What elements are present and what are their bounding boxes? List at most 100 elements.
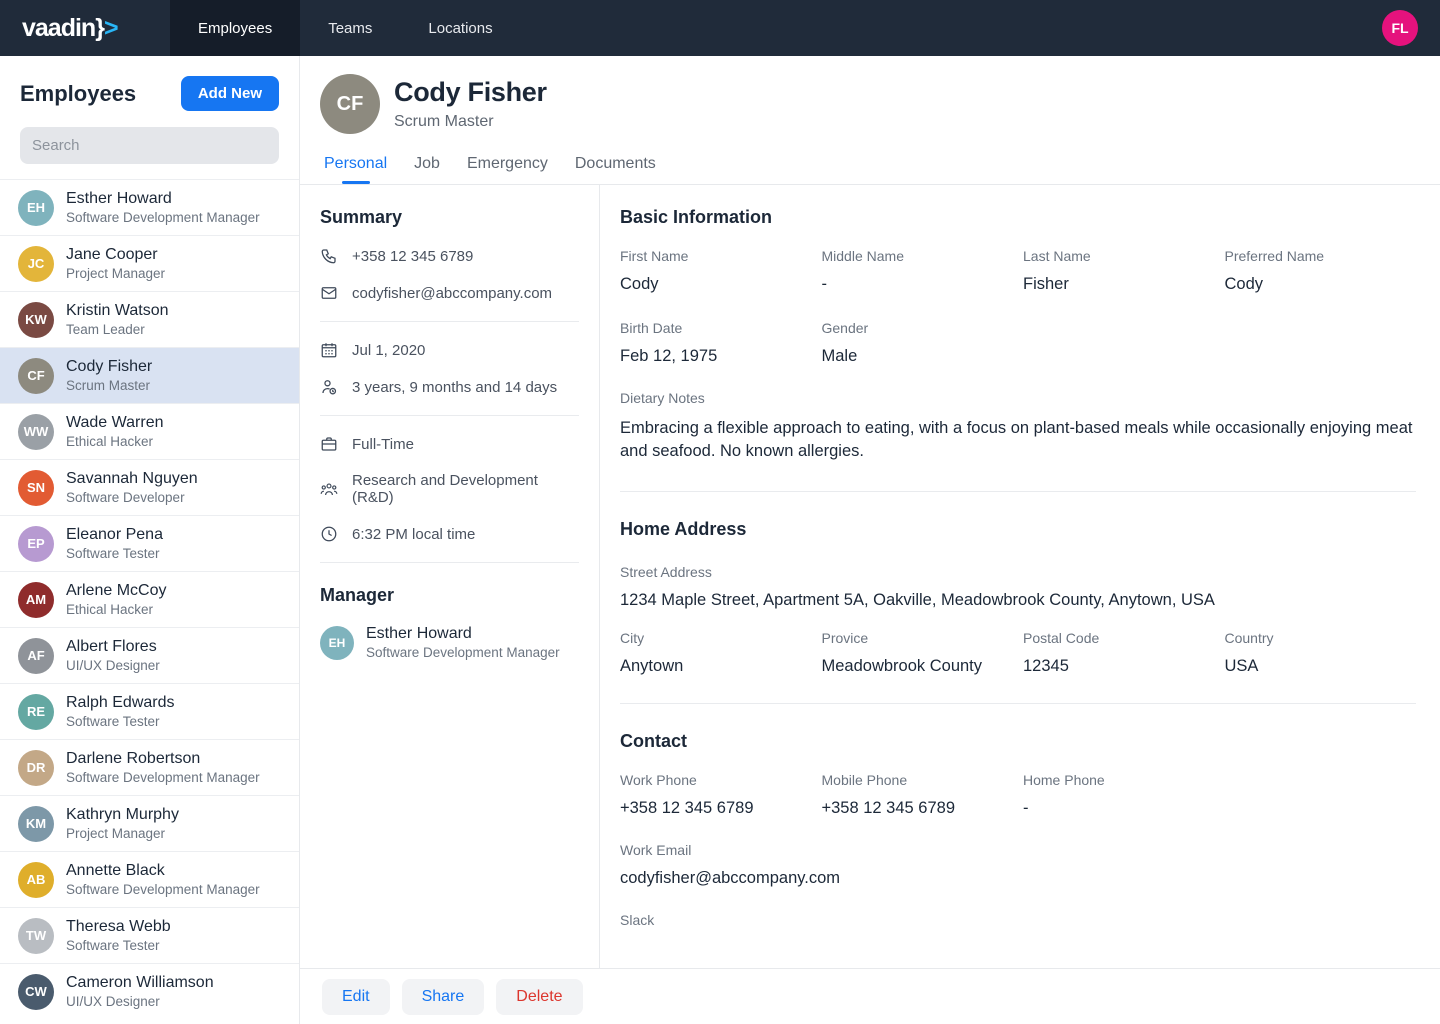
summary-tenure: 3 years, 9 months and 14 days [352, 379, 557, 396]
field-value: Cody [1225, 275, 1417, 294]
employee-list-item[interactable]: AB Annette BlackSoftware Development Man… [0, 851, 299, 907]
avatar: EP [18, 526, 54, 562]
tab-personal[interactable]: Personal [324, 155, 387, 184]
field-label: Gender [822, 320, 1014, 336]
field-value: Fisher [1023, 275, 1215, 294]
field-value: +358 12 345 6789 [620, 799, 812, 818]
employee-list-item[interactable]: AF Albert FloresUI/UX Designer [0, 627, 299, 683]
add-new-button[interactable]: Add New [181, 76, 279, 111]
employee-list-item[interactable]: DR Darlene RobertsonSoftware Development… [0, 739, 299, 795]
summary-employment-row: Full-Time [320, 435, 579, 453]
divider [620, 703, 1416, 704]
field-label: Street Address [620, 564, 1416, 580]
field-value: Anytown [620, 657, 812, 676]
employee-name: Cody Fisher [66, 357, 152, 376]
field-preferred-name: Preferred Name Cody [1225, 248, 1417, 294]
avatar: JC [18, 246, 54, 282]
employee-role: Ethical Hacker [66, 601, 166, 619]
employee-list-item[interactable]: JC Jane CooperProject Manager [0, 235, 299, 291]
employee-list-item-selected[interactable]: CF Cody FisherScrum Master [0, 347, 299, 403]
field-birth-date: Birth DateFeb 12, 1975 [620, 320, 812, 366]
edit-button[interactable]: Edit [322, 979, 390, 1015]
employee-list-item[interactable]: RE Ralph EdwardsSoftware Tester [0, 683, 299, 739]
nav-item-locations[interactable]: Locations [400, 0, 520, 56]
field-postal-code: Postal Code12345 [1023, 630, 1215, 676]
employee-list-item[interactable]: SN Savannah NguyenSoftware Developer [0, 459, 299, 515]
field-work-email: Work Email codyfisher@abccompany.com [620, 842, 1416, 888]
summary-phone-row: +358 12 345 6789 [320, 247, 579, 265]
manager-role: Software Development Manager [366, 644, 560, 662]
avatar: CF [18, 358, 54, 394]
summary-tenure-row: 3 years, 9 months and 14 days [320, 378, 579, 396]
field-value: +358 12 345 6789 [822, 799, 1014, 818]
employee-role: Project Manager [66, 825, 179, 843]
employee-name: Darlene Robertson [66, 749, 260, 768]
delete-button[interactable]: Delete [496, 979, 582, 1015]
employee-list-item[interactable]: EP Eleanor PenaSoftware Tester [0, 515, 299, 571]
tab-emergency[interactable]: Emergency [467, 155, 548, 184]
employee-role: Software Tester [66, 713, 175, 731]
employee-sidebar: Employees Add New EH Esther HowardSoftwa… [0, 56, 300, 1024]
avatar: AB [18, 862, 54, 898]
summary-email-row: codyfisher@abccompany.com [320, 284, 579, 302]
tab-label: Emergency [467, 155, 548, 172]
employee-list-item[interactable]: CW Cameron WilliamsonUI/UX Designer [0, 963, 299, 1019]
contact-title: Contact [620, 731, 1416, 752]
field-label: Preferred Name [1225, 248, 1417, 264]
employee-list-item[interactable]: AM Arlene McCoyEthical Hacker [0, 571, 299, 627]
employee-list-item[interactable]: TW Theresa WebbSoftware Tester [0, 907, 299, 963]
field-value: 12345 [1023, 657, 1215, 676]
field-label: Country [1225, 630, 1417, 646]
employee-name: Arlene McCoy [66, 581, 166, 600]
nav-item-teams[interactable]: Teams [300, 0, 400, 56]
manager-list-item[interactable]: EH Esther HowardSoftware Development Man… [320, 624, 579, 662]
field-label: Mobile Phone [822, 772, 1014, 788]
field-label: First Name [620, 248, 812, 264]
employee-list-item[interactable]: KM Kathryn MurphyProject Manager [0, 795, 299, 851]
share-button[interactable]: Share [402, 979, 485, 1015]
summary-start-date-row: Jul 1, 2020 [320, 341, 579, 359]
briefcase-icon [320, 435, 338, 453]
action-bar: Edit Share Delete [300, 968, 1440, 1024]
field-value: Embracing a flexible approach to eating,… [620, 417, 1416, 464]
tab-label: Documents [575, 155, 656, 172]
summary-title: Summary [320, 207, 579, 228]
summary-panel: Summary +358 12 345 6789 codyfisher@abcc… [300, 185, 600, 968]
field-label: Dietary Notes [620, 390, 1416, 406]
employee-role: Software Development Manager [66, 881, 260, 899]
employee-list-item[interactable]: EH Esther HowardSoftware Development Man… [0, 179, 299, 235]
divider [320, 562, 579, 563]
tab-job[interactable]: Job [414, 155, 440, 184]
tenure-icon [320, 378, 338, 396]
employee-name: Eleanor Pena [66, 525, 163, 544]
avatar: CW [18, 974, 54, 1010]
profile-avatar: CF [320, 74, 380, 134]
employee-list-item[interactable]: WW Wade WarrenEthical Hacker [0, 403, 299, 459]
employee-name: Albert Flores [66, 637, 160, 656]
vaadin-logo[interactable]: vaadin}> [0, 14, 170, 43]
employee-name: Kathryn Murphy [66, 805, 179, 824]
field-dietary-notes: Dietary Notes Embracing a flexible appro… [620, 390, 1416, 464]
mail-icon [320, 284, 338, 302]
nav-item-employees[interactable]: Employees [170, 0, 300, 56]
employee-role: Team Leader [66, 321, 169, 339]
field-country: CountryUSA [1225, 630, 1417, 676]
employee-list: EH Esther HowardSoftware Development Man… [0, 179, 299, 1024]
tab-documents[interactable]: Documents [575, 155, 656, 184]
field-label: Home Phone [1023, 772, 1215, 788]
search-input[interactable] [20, 127, 279, 164]
clock-icon [320, 525, 338, 543]
field-value: - [822, 275, 1014, 294]
employee-name: Ralph Edwards [66, 693, 175, 712]
tab-label: Personal [324, 155, 387, 172]
tab-label: Job [414, 155, 440, 172]
app-window: vaadin}> Employees Teams Locations FL Em… [0, 0, 1440, 1024]
user-avatar[interactable]: FL [1382, 10, 1418, 46]
field-street-address: Street Address 1234 Maple Street, Apartm… [620, 564, 1416, 610]
logo-arrow-icon: > [104, 14, 118, 43]
employee-list-item[interactable]: KW Kristin WatsonTeam Leader [0, 291, 299, 347]
contact-grid: Work Phone+358 12 345 6789 Mobile Phone+… [620, 772, 1416, 818]
calendar-icon [320, 341, 338, 359]
employee-name: Jane Cooper [66, 245, 165, 264]
employee-role: Software Development Manager [66, 769, 260, 787]
